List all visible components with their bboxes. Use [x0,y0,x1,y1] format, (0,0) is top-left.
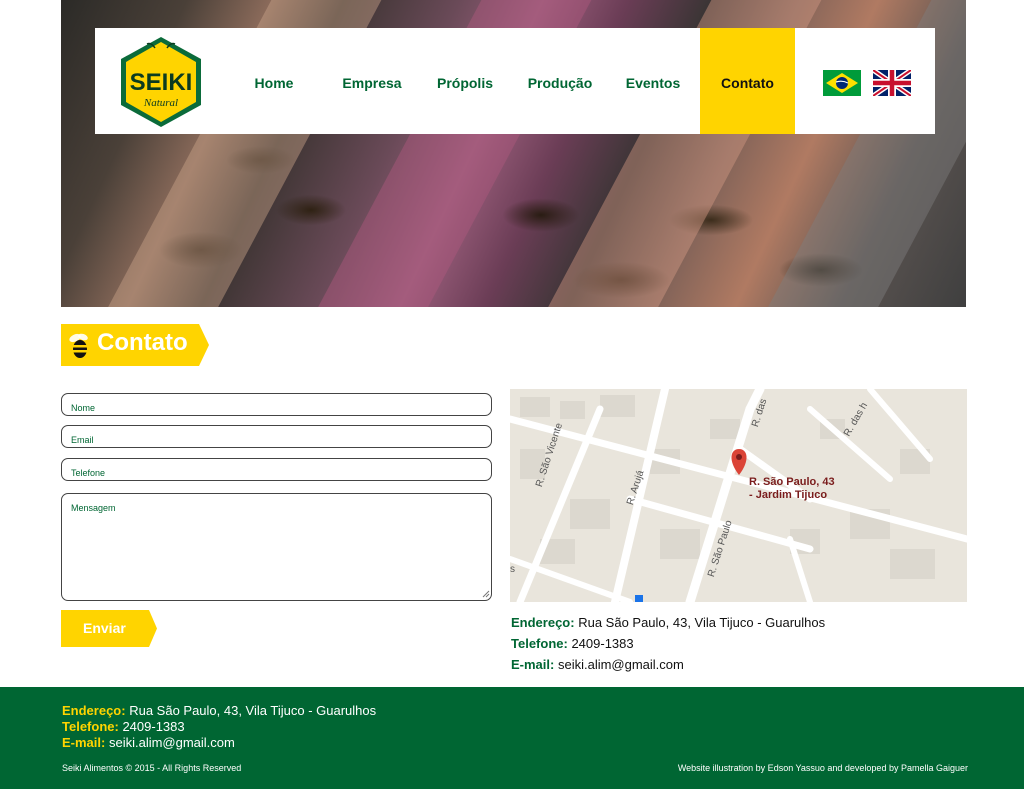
message-field[interactable] [61,493,492,601]
footer: Endereço: Rua São Paulo, 43, Vila Tijuco… [0,687,1024,789]
nav-eventos[interactable]: Eventos [621,28,685,134]
logo-subtext: Natural [143,97,178,109]
email-label: E-mail: [511,657,555,672]
nav-contato[interactable]: Contato [700,28,795,134]
address-label: Endereço: [511,615,575,630]
footer-address: Endereço: Rua São Paulo, 43, Vila Tijuco… [62,703,376,718]
uk-flag-icon[interactable] [871,67,913,99]
map-street-label: s [510,564,515,575]
phone-field[interactable] [61,458,492,481]
page-title-text: Contato [97,329,188,356]
email-value[interactable]: seiki.alim@gmail.com [558,657,684,672]
page: SEIKI Natural Home Empresa Própolis Prod… [0,0,1024,789]
contact-address: Endereço: Rua São Paulo, 43, Vila Tijuco… [511,615,825,630]
map-pin-label-line: R. São Paulo, 43 [749,476,835,488]
nav-propolis[interactable]: Própolis [433,28,497,134]
footer-credits: Website illustration by Edson Yassuo and… [677,763,968,773]
footer-email-label: E-mail: [62,735,106,750]
footer-address-label: Endereço: [62,703,126,718]
email-field[interactable] [61,425,492,448]
map-pin-label-line: - Jardim Tijuco [749,489,828,501]
footer-phone-value: 2409-1383 [122,719,185,734]
footer-email: E-mail: seiki.alim@gmail.com [62,735,235,750]
navbar: SEIKI Natural Home Empresa Própolis Prod… [95,28,935,134]
address-value: Rua São Paulo, 43, Vila Tijuco - Guarulh… [578,615,826,630]
footer-phone-label: Telefone: [62,719,119,734]
footer-copyright: Seiki Alimentos © 2015 - All Rights Rese… [62,763,242,773]
submit-button-label: Enviar [83,620,126,636]
logo-text: SEIKI [130,69,193,96]
phone-value: 2409-1383 [571,636,634,651]
page-title: Contato [61,324,209,366]
footer-phone: Telefone: 2409-1383 [62,719,185,734]
footer-address-value: Rua São Paulo, 43, Vila Tijuco - Guarulh… [129,703,377,718]
phone-label: Telefone: [511,636,568,651]
bee-icon [69,333,88,358]
contact-email: E-mail: seiki.alim@gmail.com [511,657,684,672]
location-map[interactable]: R. São Vicente R. Arujá R. São Paulo R. … [510,389,967,602]
map-pin-label: R. São Paulo, 43 - Jardim Tijuco [749,476,859,502]
name-field[interactable] [61,393,492,416]
nav-producao[interactable]: Produção [525,28,595,134]
nav-empresa[interactable]: Empresa [339,28,405,134]
footer-email-value[interactable]: seiki.alim@gmail.com [109,735,235,750]
resize-grip-icon[interactable] [481,589,490,598]
submit-button[interactable]: Enviar [61,610,157,647]
nav-home[interactable]: Home [243,28,305,134]
contact-phone: Telefone: 2409-1383 [511,636,634,651]
brazil-flag-icon[interactable] [823,70,861,96]
seiki-logo[interactable]: SEIKI Natural [117,34,205,130]
